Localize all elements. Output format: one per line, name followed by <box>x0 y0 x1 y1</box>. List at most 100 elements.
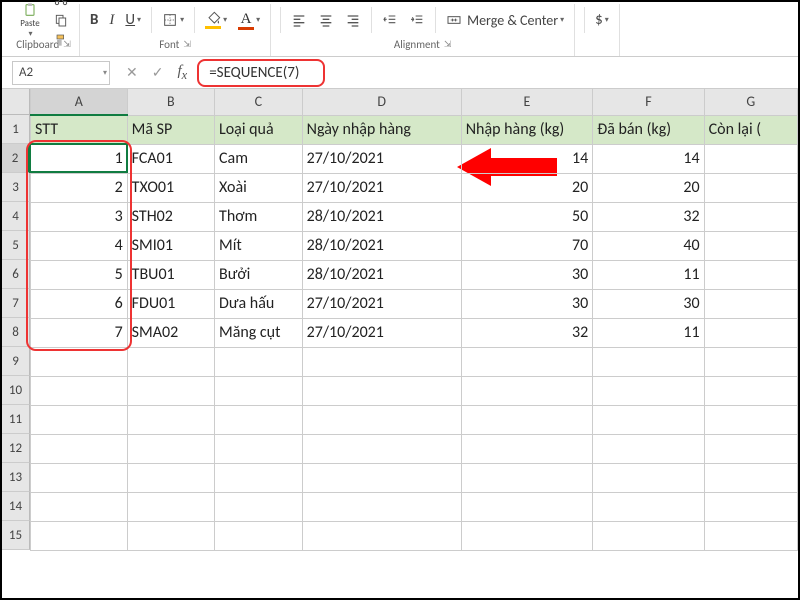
name-box[interactable]: A2 ▾ <box>12 61 110 85</box>
cell[interactable] <box>704 260 797 289</box>
row-header[interactable]: 5 <box>2 231 30 260</box>
cell[interactable] <box>127 405 214 434</box>
cell[interactable]: 40 <box>593 231 704 260</box>
cell[interactable]: 27/10/2021 <box>302 289 461 318</box>
row-header[interactable]: 2 <box>2 144 30 173</box>
cell[interactable] <box>31 347 128 376</box>
cell[interactable]: Dưa hấu <box>215 289 303 318</box>
cell[interactable] <box>215 434 303 463</box>
cell[interactable]: 32 <box>593 202 704 231</box>
align-left-button[interactable] <box>287 10 311 30</box>
column-header[interactable]: F <box>593 89 704 115</box>
cell[interactable] <box>215 376 303 405</box>
cell[interactable]: 30 <box>461 260 593 289</box>
fx-icon[interactable]: fx <box>177 63 187 83</box>
increase-indent-button[interactable] <box>405 10 429 30</box>
cell[interactable] <box>31 434 128 463</box>
font-color-button[interactable]: A▾ <box>234 9 264 32</box>
cell[interactable] <box>461 463 593 492</box>
column-header[interactable]: E <box>461 89 593 115</box>
dialog-launcher-icon[interactable]: ⇲ <box>183 39 191 50</box>
cell[interactable] <box>302 434 461 463</box>
column-header[interactable]: D <box>302 89 461 115</box>
column-header[interactable]: A <box>31 89 128 115</box>
align-center-button[interactable] <box>314 10 338 30</box>
cell[interactable]: SMI01 <box>127 231 214 260</box>
cell[interactable] <box>302 376 461 405</box>
cell[interactable] <box>704 289 797 318</box>
cell[interactable]: 1 <box>31 144 128 173</box>
cancel-formula-button[interactable]: ✕ <box>126 64 138 81</box>
merge-center-button[interactable]: Merge & Center▾ <box>442 10 568 31</box>
bold-button[interactable]: B <box>86 9 102 31</box>
cell[interactable]: Măng cụt <box>215 318 303 347</box>
paste-button[interactable]: Paste ▾ <box>14 2 46 39</box>
copy-button[interactable] <box>49 10 73 30</box>
row-header[interactable]: 14 <box>2 492 30 521</box>
cell[interactable] <box>593 434 704 463</box>
cell[interactable]: SMA02 <box>127 318 214 347</box>
cell[interactable] <box>127 492 214 521</box>
cell[interactable] <box>31 376 128 405</box>
cell[interactable] <box>593 347 704 376</box>
cell[interactable]: 27/10/2021 <box>302 318 461 347</box>
borders-button[interactable]: ▾ <box>158 10 188 30</box>
cell[interactable]: 27/10/2021 <box>302 144 461 173</box>
cell[interactable]: 14 <box>461 144 593 173</box>
row-header[interactable]: 9 <box>2 347 30 376</box>
cell[interactable]: 30 <box>461 289 593 318</box>
underline-button[interactable]: U▾ <box>121 9 145 31</box>
cell[interactable] <box>215 347 303 376</box>
cell[interactable]: Cam <box>215 144 303 173</box>
enter-formula-button[interactable]: ✓ <box>152 64 164 81</box>
cell[interactable] <box>461 434 593 463</box>
cell[interactable]: TXO01 <box>127 173 214 202</box>
cell[interactable]: FCA01 <box>127 144 214 173</box>
cell[interactable] <box>127 347 214 376</box>
cell[interactable] <box>31 521 128 550</box>
cell[interactable]: 11 <box>593 260 704 289</box>
cell[interactable] <box>31 463 128 492</box>
cell[interactable]: 32 <box>461 318 593 347</box>
cell[interactable] <box>704 492 797 521</box>
row-header[interactable]: 15 <box>2 521 30 550</box>
cell[interactable] <box>215 492 303 521</box>
cell[interactable] <box>704 318 797 347</box>
cell[interactable]: FDU01 <box>127 289 214 318</box>
cell[interactable]: Mít <box>215 231 303 260</box>
cell[interactable] <box>31 405 128 434</box>
cell[interactable]: Loại quả <box>215 115 303 144</box>
cell[interactable]: 5 <box>31 260 128 289</box>
cell[interactable] <box>704 463 797 492</box>
cell[interactable]: 30 <box>593 289 704 318</box>
cell[interactable]: STT <box>31 115 128 144</box>
cell[interactable]: Còn lại ( <box>704 115 797 144</box>
cell[interactable] <box>704 144 797 173</box>
cell[interactable] <box>593 521 704 550</box>
cell[interactable]: 11 <box>593 318 704 347</box>
cell[interactable]: 28/10/2021 <box>302 231 461 260</box>
cell[interactable] <box>127 434 214 463</box>
cell[interactable] <box>593 463 704 492</box>
cell[interactable] <box>704 521 797 550</box>
cell[interactable] <box>215 463 303 492</box>
italic-button[interactable]: I <box>105 10 118 31</box>
cell[interactable]: 2 <box>31 173 128 202</box>
row-header[interactable]: 1 <box>2 115 30 144</box>
cell[interactable]: 3 <box>31 202 128 231</box>
row-header[interactable]: 10 <box>2 376 30 405</box>
cell[interactable] <box>302 463 461 492</box>
cell[interactable] <box>593 405 704 434</box>
cell[interactable] <box>302 347 461 376</box>
cell[interactable] <box>127 463 214 492</box>
cell[interactable] <box>704 405 797 434</box>
cell[interactable]: 6 <box>31 289 128 318</box>
cell[interactable]: Thơm <box>215 202 303 231</box>
cell[interactable]: 50 <box>461 202 593 231</box>
cell[interactable]: 70 <box>461 231 593 260</box>
cell[interactable]: 28/10/2021 <box>302 260 461 289</box>
column-header[interactable]: C <box>215 89 303 115</box>
cell[interactable] <box>704 231 797 260</box>
dialog-launcher-icon[interactable]: ⇲ <box>444 39 452 50</box>
currency-button[interactable]: $▾ <box>591 9 613 31</box>
